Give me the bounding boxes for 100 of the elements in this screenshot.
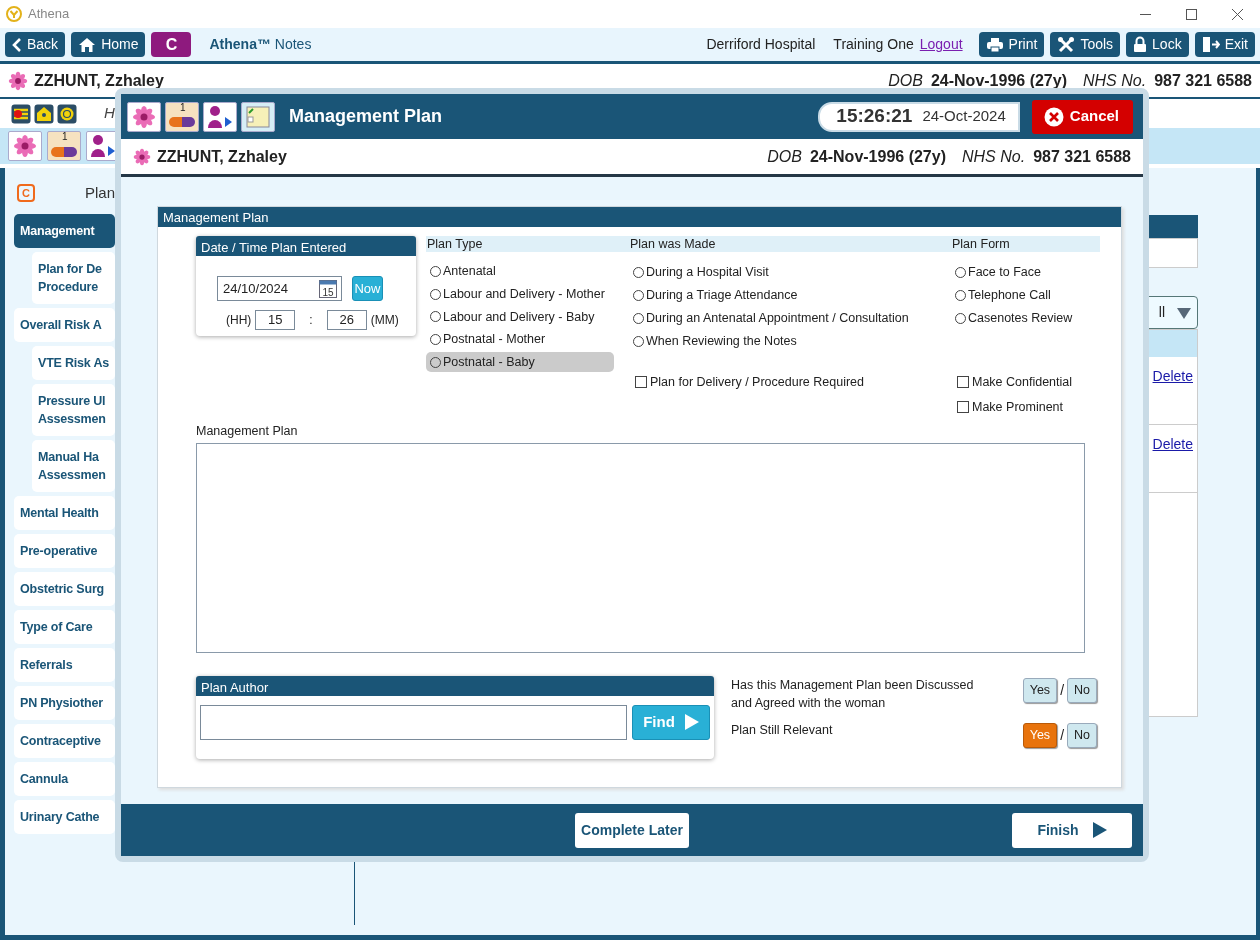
dob-value: 24-Nov-1996 (27y)	[809, 146, 946, 167]
sidebar-item[interactable]: Management	[14, 214, 115, 248]
checkbox-option[interactable]: Make Confidential	[951, 372, 1100, 392]
checkbox[interactable]	[635, 376, 647, 388]
sidebar-item[interactable]: Obstetric Surg	[14, 572, 115, 606]
back-button[interactable]: Back	[5, 32, 66, 57]
flower-icon	[8, 70, 28, 91]
dialog-title: Management Plan	[289, 105, 443, 128]
radio-option[interactable]: Casenotes Review	[951, 308, 1139, 328]
sidebar-item[interactable]: Type of Care	[14, 610, 115, 644]
nhs-label: NHS No.	[962, 146, 1026, 167]
slash-separator: /	[1060, 680, 1064, 700]
notepad-tile[interactable]	[241, 101, 275, 132]
flower-icon	[133, 147, 151, 166]
flower-tile[interactable]	[8, 131, 42, 161]
radio-option[interactable]: When Reviewing the Notes	[629, 331, 817, 351]
nhs-number: 987 321 6588	[1154, 70, 1252, 91]
sidebar-item[interactable]: Referrals	[14, 648, 115, 682]
sidebar-item[interactable]: Plan for De Procedure	[32, 252, 115, 304]
pill-tile[interactable]: 1	[165, 101, 199, 132]
radio-option[interactable]: Postnatal - Baby	[426, 352, 614, 372]
author-field[interactable]	[200, 704, 627, 740]
count-label: 1	[62, 131, 68, 143]
close-icon	[1231, 8, 1243, 20]
tools-button[interactable]: Tools	[1050, 32, 1121, 57]
pill-tile[interactable]: 1	[47, 131, 81, 161]
flower-icon	[132, 104, 156, 129]
module-button[interactable]: C	[151, 32, 192, 57]
sidebar-item[interactable]: Pre-operative	[14, 534, 115, 568]
radio-option[interactable]: Labour and Delivery - Baby	[426, 307, 614, 327]
delete-link[interactable]: Delete	[1152, 436, 1193, 452]
printer-icon	[985, 36, 1004, 53]
sidebar-item[interactable]: Contraceptive	[14, 724, 115, 758]
radio-option[interactable]: Telephone Call	[951, 285, 1139, 305]
radio-option[interactable]: During an Antenatal Appointment / Consultation	[629, 308, 913, 328]
dob-label: DOB	[888, 70, 923, 91]
app-title: Athena™ Notes	[209, 35, 312, 54]
delete-link[interactable]: Delete	[1152, 368, 1193, 384]
person-tile[interactable]	[203, 101, 237, 132]
field-label: Management Plan	[196, 423, 299, 440]
subheader-text: H	[104, 103, 115, 124]
exit-icon	[1201, 36, 1220, 53]
sidebar-item[interactable]: Mental Health	[14, 496, 115, 530]
minimize-icon	[1139, 13, 1151, 15]
section-header: Management Plan	[158, 207, 1121, 227]
flower-tile[interactable]	[127, 101, 161, 132]
sidebar-item[interactable]: Cannula	[14, 762, 115, 796]
hours-label: (HH)	[226, 312, 252, 329]
sidebar-item[interactable]: Manual Ha Assessmen	[32, 440, 115, 492]
group-heading: Plan Form	[951, 236, 1100, 252]
box-header: Plan Author	[196, 675, 714, 696]
calendar-icon: 15	[319, 279, 337, 298]
logout-link[interactable]: Logout	[919, 34, 963, 55]
checkbox[interactable]	[957, 401, 969, 413]
hospital-name: Derriford Hospital	[706, 35, 816, 54]
complete-later-button[interactable]: Complete Later	[575, 812, 689, 848]
radio-option[interactable]: During a Hospital Visit	[629, 262, 817, 282]
tools-icon	[1057, 35, 1076, 54]
lock-icon	[1133, 36, 1148, 53]
home-button[interactable]: Home	[71, 32, 146, 57]
flower-icon	[13, 134, 37, 158]
finish-button[interactable]: Finish	[1012, 812, 1132, 848]
nhs-label: NHS No.	[1083, 70, 1147, 91]
cancel-button[interactable]: Cancel	[1031, 99, 1133, 134]
sidebar-item[interactable]: Overall Risk A	[14, 308, 115, 342]
no-button[interactable]: No	[1067, 722, 1097, 748]
pill-icon	[51, 146, 77, 157]
hours-field[interactable]: 15	[255, 310, 296, 330]
nhs-number: 987 321 6588	[1033, 146, 1131, 167]
group-heading: Plan Type	[426, 236, 629, 252]
exit-button[interactable]: Exit	[1194, 32, 1255, 57]
print-button[interactable]: Print	[978, 32, 1045, 57]
dob-label: DOB	[767, 146, 802, 167]
checkbox-option[interactable]: Make Prominent	[951, 397, 1100, 417]
radio-option[interactable]: Face to Face	[951, 262, 1139, 282]
user-name: Training One	[833, 35, 914, 54]
minutes-field[interactable]: 26	[326, 310, 367, 330]
maximize-icon	[1185, 8, 1197, 20]
checkbox[interactable]	[957, 376, 969, 388]
person-arrow-icon	[207, 104, 233, 129]
sidebar-item[interactable]: PN Physiother	[14, 686, 115, 720]
checkbox-option[interactable]: Plan for Delivery / Procedure Required	[629, 372, 951, 392]
radio-option[interactable]: During a Triage Attendance	[629, 285, 817, 305]
radio-option[interactable]: Labour and Delivery - Mother	[426, 284, 614, 305]
sidebar-item[interactable]: VTE Risk As	[32, 346, 115, 380]
app-logo-icon	[6, 6, 22, 22]
radio-option[interactable]: Antenatal	[426, 262, 614, 282]
radio-option[interactable]: Postnatal - Mother	[426, 329, 614, 350]
question-text: Has this Management Plan been Discussed and Agreed with the woman	[731, 676, 975, 712]
hand-icon	[11, 103, 31, 124]
lock-button[interactable]: Lock	[1126, 32, 1189, 57]
sidebar-item[interactable]: Urinary Cathe	[14, 800, 115, 834]
play-icon	[1092, 822, 1107, 838]
pill-icon	[169, 117, 195, 127]
section-title: Plan	[84, 182, 115, 203]
box-header: Date / Time Plan Entered	[196, 236, 416, 256]
date-field[interactable]: 24/10/2024 15	[217, 276, 342, 301]
no-button[interactable]: No	[1067, 677, 1097, 703]
yes-button[interactable]: Yes	[1022, 677, 1058, 703]
sidebar-item[interactable]: Pressure Ul Assessmen	[32, 384, 115, 436]
